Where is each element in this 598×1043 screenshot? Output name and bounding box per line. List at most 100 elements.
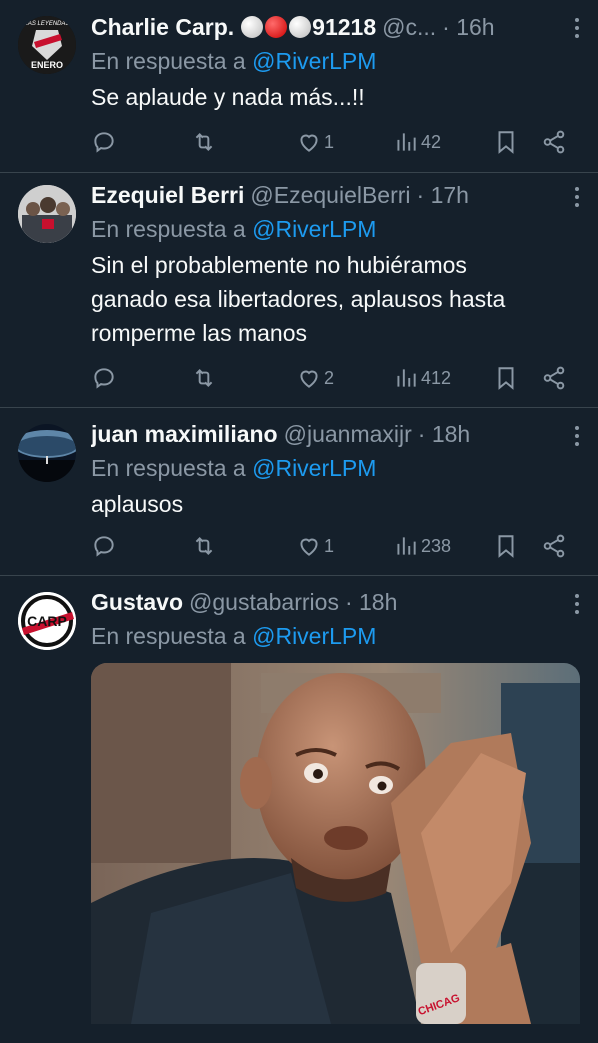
reply-context: En respuesta a @RiverLPM [91, 44, 588, 78]
reply-context: En respuesta a @RiverLPM [91, 212, 588, 246]
avatar[interactable] [18, 185, 76, 243]
media-photo: CHICAG [91, 663, 580, 1024]
avatar-logo-text: CARP [27, 613, 67, 629]
heart-icon [300, 370, 318, 388]
views-count: 42 [421, 131, 442, 152]
reply-context: En respuesta a @RiverLPM [91, 619, 588, 653]
reply-mention[interactable]: @RiverLPM [252, 216, 376, 242]
more-dots-icon[interactable] [574, 594, 580, 618]
tweet-header: Charlie Carp. 91218 @c... · 16h [91, 10, 588, 44]
timestamp[interactable]: · 17h [417, 182, 469, 209]
display-name[interactable]: Charlie Carp. [91, 14, 234, 41]
tweet-actions: 1 42 [91, 126, 580, 158]
more-dots-icon[interactable] [574, 18, 580, 42]
reply-prefix: En respuesta a [91, 48, 246, 74]
display-name-suffix: 91218 [312, 13, 377, 40]
tweet-header: Ezequiel Berri @EzequielBerri · 17h [91, 178, 588, 212]
views-icon [397, 537, 416, 555]
retweet-icon [195, 133, 213, 151]
bookmark-button[interactable] [493, 126, 519, 158]
retweet-icon [195, 369, 213, 387]
white-circle-icon [241, 15, 264, 38]
display-name[interactable]: Ezequiel Berri [91, 182, 244, 209]
share-button[interactable] [541, 126, 567, 158]
reply-button[interactable] [91, 362, 117, 394]
avatar-image [18, 424, 76, 482]
retweet-button[interactable] [191, 126, 217, 158]
emoji-badges [240, 14, 312, 41]
display-name[interactable]: juan maximiliano [91, 421, 278, 448]
reply-icon [94, 368, 114, 389]
bookmark-icon [498, 535, 514, 558]
reply-mention[interactable]: @RiverLPM [252, 455, 376, 481]
reply-button[interactable] [91, 126, 117, 158]
views-button[interactable]: 238 [393, 530, 451, 562]
reply-prefix: En respuesta a [91, 216, 246, 242]
tweet-text: aplausos [91, 491, 184, 517]
avatar-image: LAS LEYENDAS ENERO [18, 16, 76, 74]
tweet-header: Gustavo @gustabarrios · 18h [91, 585, 588, 619]
bookmark-icon [498, 367, 514, 390]
reply-button[interactable] [91, 530, 117, 562]
avatar[interactable] [18, 424, 76, 482]
reply-prefix: En respuesta a [91, 623, 246, 649]
tweet-2[interactable]: Ezequiel Berri @EzequielBerri · 17h En r… [0, 173, 598, 408]
views-icon [397, 369, 416, 387]
views-icon [397, 133, 416, 151]
like-button[interactable]: 1 [296, 530, 334, 562]
handle[interactable]: @EzequielBerri [250, 182, 410, 209]
tweet-header: juan maximiliano @juanmaxijr · 18h [91, 417, 588, 451]
tweet-text-line: Sin el probablemente no hubiéramos [91, 252, 467, 278]
tweet-1[interactable]: LAS LEYENDAS ENERO Charlie Carp. 91218 @… [0, 0, 598, 173]
timestamp[interactable]: · 18h [418, 421, 470, 448]
heart-icon [300, 538, 318, 556]
views-button[interactable]: 42 [393, 126, 441, 158]
reply-mention[interactable]: @RiverLPM [252, 48, 376, 74]
share-button[interactable] [541, 362, 567, 394]
reply-icon [94, 536, 114, 557]
retweet-button[interactable] [191, 362, 217, 394]
views-button[interactable]: 412 [393, 362, 451, 394]
tweet-3[interactable]: juan maximiliano @juanmaxijr · 18h En re… [0, 408, 598, 576]
like-button[interactable]: 2 [296, 362, 334, 394]
share-icon [543, 366, 565, 390]
reply-icon [94, 132, 114, 153]
carp-logo-icon: CARP [18, 592, 76, 650]
reply-context: En respuesta a @RiverLPM [91, 451, 588, 485]
share-icon [543, 534, 565, 558]
avatar-text-top: LAS LEYENDAS [24, 21, 69, 27]
tweet-actions: 2 412 [91, 362, 580, 394]
bookmark-button[interactable] [493, 362, 519, 394]
reply-prefix: En respuesta a [91, 455, 246, 481]
reply-mention[interactable]: @RiverLPM [252, 623, 376, 649]
handle[interactable]: @gustabarrios [189, 589, 339, 616]
tweet-media-image[interactable]: CHICAG [91, 663, 580, 1043]
display-name[interactable]: Gustavo [91, 589, 183, 616]
heart-icon [300, 134, 318, 152]
views-count: 238 [421, 535, 452, 556]
avatar[interactable]: CARP [18, 592, 76, 650]
retweet-icon [195, 537, 213, 555]
tweet-text-line: romperme las manos [91, 320, 308, 346]
timestamp[interactable]: · 16h [442, 14, 494, 41]
like-button[interactable]: 1 [296, 126, 334, 158]
white-circle-icon [289, 15, 312, 38]
share-button[interactable] [541, 530, 567, 562]
handle[interactable]: @c... [382, 14, 436, 41]
more-dots-icon[interactable] [574, 426, 580, 450]
tweet-actions: 1 238 [91, 530, 580, 562]
red-circle-icon [265, 15, 288, 38]
tweet-text: Se aplaude y nada más...!! [91, 84, 365, 110]
handle[interactable]: @juanmaxijr [284, 421, 412, 448]
avatar-text-bottom: ENERO [31, 60, 63, 70]
bookmark-button[interactable] [493, 530, 519, 562]
tweet-text-line: ganado esa libertadores, aplausos hasta [91, 286, 506, 312]
like-count: 1 [324, 131, 335, 152]
retweet-button[interactable] [191, 530, 217, 562]
tweet-4[interactable]: CARP Gustavo @gustabarrios · 18h En resp… [0, 576, 598, 1024]
avatar-image [18, 185, 76, 243]
avatar[interactable]: LAS LEYENDAS ENERO [18, 16, 76, 74]
tweet-text: Sin el probablemente no hubiéramos ganad… [91, 248, 588, 350]
timestamp[interactable]: · 18h [345, 589, 397, 616]
more-dots-icon[interactable] [574, 187, 580, 211]
